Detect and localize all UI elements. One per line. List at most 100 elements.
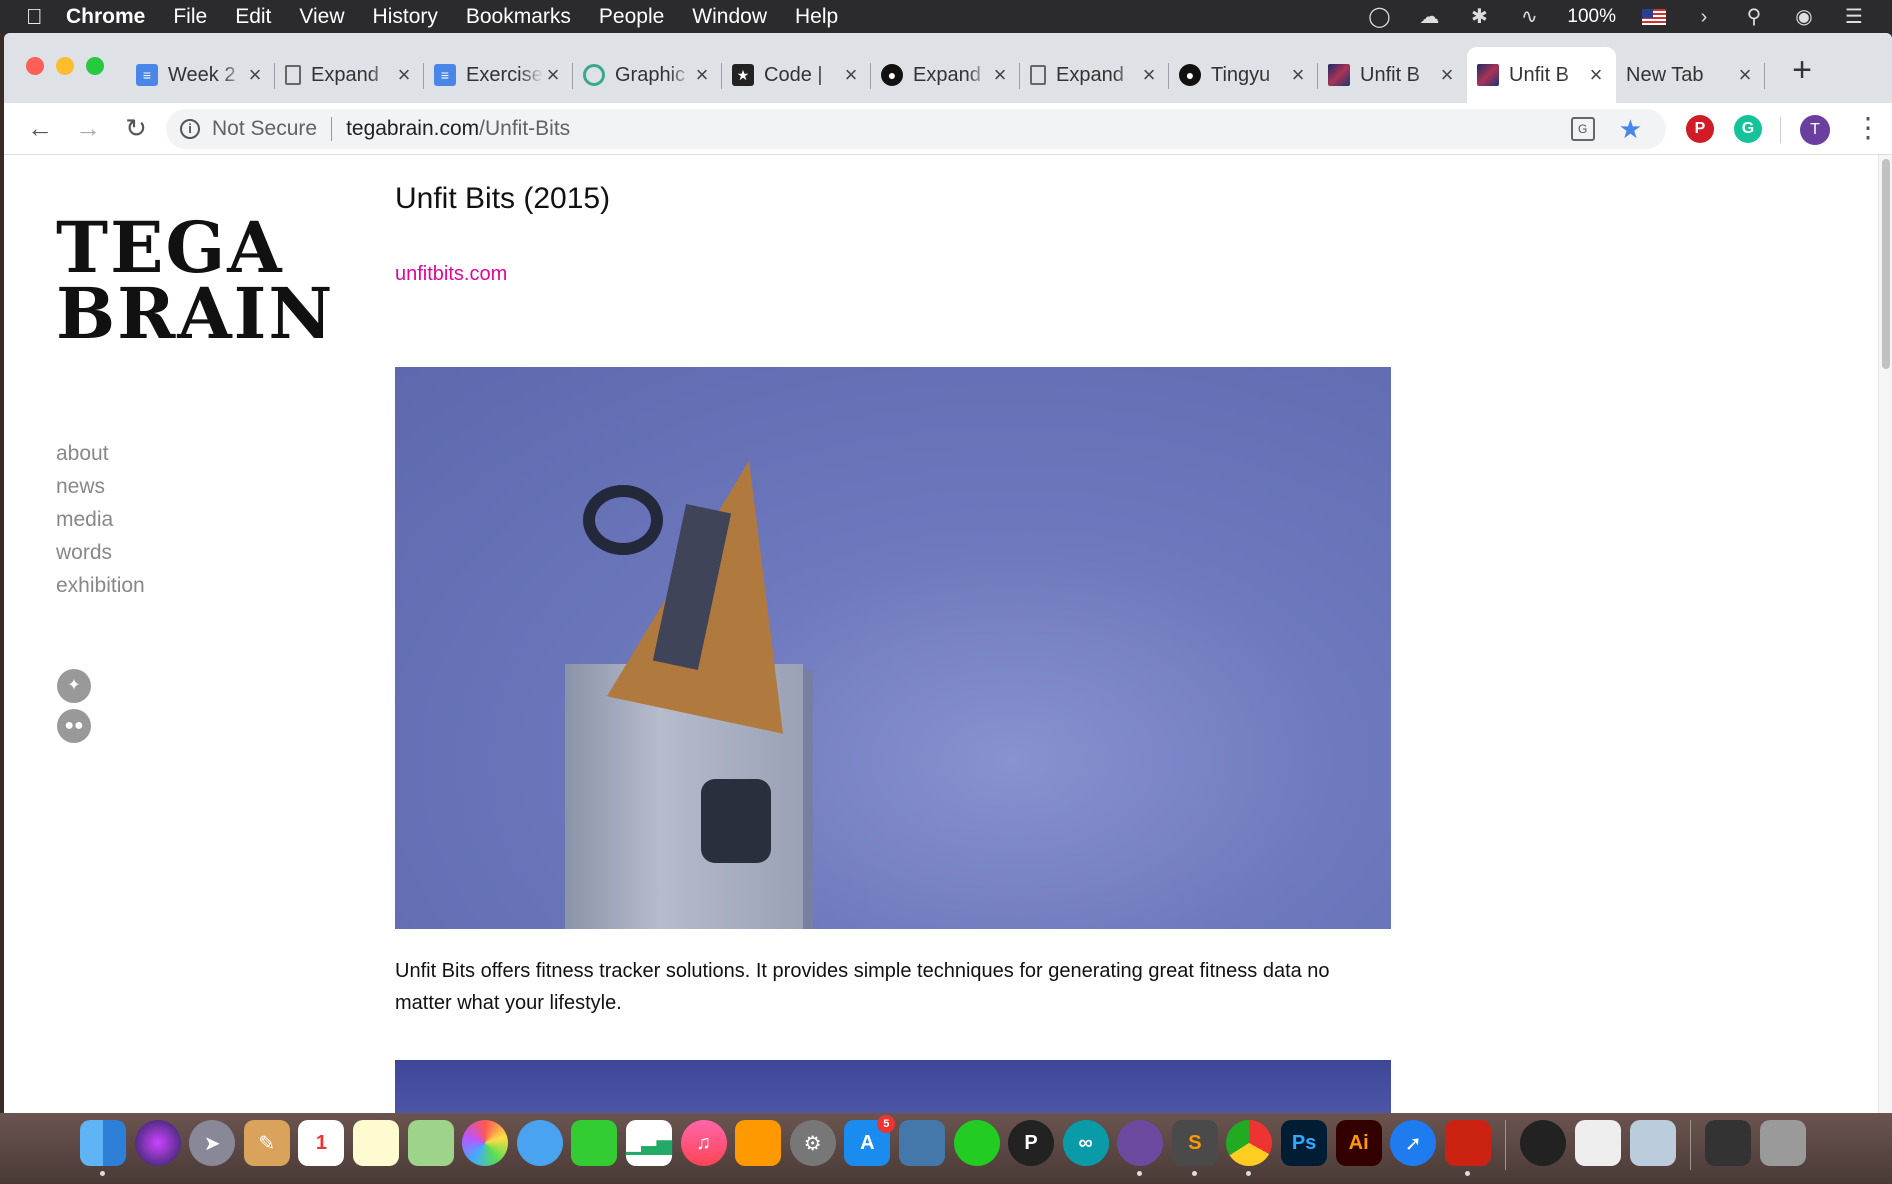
- new-tab-plus-icon[interactable]: +: [1782, 51, 1822, 90]
- chat-icon[interactable]: ◯: [1367, 5, 1391, 29]
- photos-icon[interactable]: [462, 1120, 509, 1166]
- security-label[interactable]: Not Secure: [212, 117, 317, 141]
- info-icon[interactable]: i: [180, 119, 200, 139]
- spotlight-search-icon[interactable]: ⚲: [1742, 5, 1766, 29]
- close-tab-icon[interactable]: ×: [990, 62, 1010, 88]
- menu-edit[interactable]: Edit: [235, 5, 271, 29]
- screen-recorder-icon[interactable]: [1520, 1120, 1567, 1166]
- tab-expand-1[interactable]: Expand ×: [275, 47, 424, 103]
- safari-icon[interactable]: ➚: [1390, 1120, 1437, 1166]
- project-website-link[interactable]: unfitbits.com: [395, 263, 507, 286]
- system-preferences-icon[interactable]: ⚙: [789, 1120, 836, 1166]
- menu-app-name[interactable]: Chrome: [66, 5, 145, 29]
- wechat-icon[interactable]: [953, 1120, 1000, 1166]
- close-tab-icon[interactable]: ×: [1586, 62, 1606, 88]
- chrome-menu-icon[interactable]: ⋮: [1854, 111, 1882, 145]
- battery-percent[interactable]: 100%: [1567, 6, 1616, 28]
- profile-avatar[interactable]: T: [1800, 115, 1830, 145]
- notification-center-icon[interactable]: ☰: [1842, 5, 1866, 29]
- menu-people[interactable]: People: [599, 5, 664, 29]
- time-machine-icon[interactable]: ›: [1692, 5, 1716, 29]
- nav-words-link[interactable]: words: [56, 536, 145, 569]
- terminal-icon[interactable]: [1705, 1120, 1752, 1166]
- illustrator-icon[interactable]: Ai: [1335, 1120, 1382, 1166]
- youdao-dictionary-icon[interactable]: [1444, 1120, 1491, 1176]
- siri-icon[interactable]: ◉: [1792, 5, 1816, 29]
- photoshop-icon[interactable]: Ps: [1281, 1120, 1328, 1166]
- menu-window[interactable]: Window: [692, 5, 767, 29]
- close-tab-icon[interactable]: ×: [1437, 62, 1457, 88]
- finder-icon[interactable]: [80, 1120, 126, 1176]
- page-scrollbar[interactable]: [1878, 155, 1892, 1113]
- keynote-icon[interactable]: [898, 1120, 945, 1166]
- notes-scribble-icon[interactable]: ✎: [243, 1120, 290, 1166]
- notes-icon[interactable]: [352, 1120, 399, 1166]
- messages-icon[interactable]: [516, 1120, 563, 1166]
- pinterest-extension-icon[interactable]: P: [1686, 115, 1714, 143]
- nav-exhibition-link[interactable]: exhibition: [56, 569, 145, 602]
- close-tab-icon[interactable]: ×: [841, 62, 861, 88]
- facetime-icon[interactable]: [571, 1120, 618, 1166]
- preview-icon[interactable]: [1629, 1120, 1676, 1166]
- calendar-icon[interactable]: 1: [298, 1120, 345, 1166]
- tab-graphic[interactable]: Graphic ×: [573, 47, 722, 103]
- chrome-icon[interactable]: [1226, 1120, 1273, 1176]
- scrollbar-thumb[interactable]: [1882, 159, 1890, 369]
- creative-cloud-icon[interactable]: ☁: [1417, 5, 1441, 29]
- close-tab-icon[interactable]: ×: [245, 62, 265, 88]
- project-photo-2[interactable]: [395, 1060, 1391, 1113]
- tab-unfit-bits-active[interactable]: Unfit B ×: [1467, 47, 1616, 103]
- address-bar[interactable]: i Not Secure tegabrain.com/Unfit-Bits G …: [166, 109, 1666, 149]
- close-tab-icon[interactable]: ×: [543, 62, 563, 88]
- menu-view[interactable]: View: [299, 5, 344, 29]
- menu-help[interactable]: Help: [795, 5, 838, 29]
- flickr-icon[interactable]: ●●: [57, 709, 91, 743]
- close-window-button[interactable]: [26, 57, 44, 75]
- menu-file[interactable]: File: [173, 5, 207, 29]
- menu-bookmarks[interactable]: Bookmarks: [466, 5, 571, 29]
- apple-icon[interactable]: : [26, 4, 66, 30]
- url-path[interactable]: /Unfit-Bits: [479, 117, 570, 141]
- close-tab-icon[interactable]: ×: [692, 62, 712, 88]
- close-tab-icon[interactable]: ×: [1735, 62, 1755, 88]
- minimize-window-button[interactable]: [56, 57, 74, 75]
- site-logo[interactable]: TEGA BRAIN: [56, 213, 334, 349]
- textedit-document-icon[interactable]: [1575, 1120, 1622, 1166]
- arduino-icon[interactable]: ∞: [1062, 1120, 1109, 1166]
- numbers-icon[interactable]: ▁▃▅: [626, 1120, 672, 1166]
- github-desktop-icon[interactable]: [1117, 1120, 1164, 1176]
- grammarly-extension-icon[interactable]: G: [1734, 115, 1762, 143]
- tab-new-tab[interactable]: New Tab ×: [1616, 47, 1765, 103]
- close-tab-icon[interactable]: ×: [1139, 62, 1159, 88]
- back-arrow-icon[interactable]: ←: [24, 113, 56, 144]
- close-tab-icon[interactable]: ×: [1288, 62, 1308, 88]
- tab-expand-3[interactable]: Expand ×: [1020, 47, 1169, 103]
- maps-icon[interactable]: [407, 1120, 454, 1166]
- translate-icon[interactable]: G: [1570, 117, 1595, 141]
- input-source-flag-icon[interactable]: [1642, 8, 1666, 25]
- close-tab-icon[interactable]: ×: [394, 62, 414, 88]
- trash-icon[interactable]: [1759, 1120, 1806, 1166]
- zoom-window-button[interactable]: [86, 57, 104, 75]
- menu-history[interactable]: History: [373, 5, 438, 29]
- project-photo[interactable]: [395, 367, 1391, 929]
- twitter-icon[interactable]: ✦: [57, 669, 91, 703]
- bluetooth-icon[interactable]: ✱: [1467, 5, 1491, 29]
- app-store-icon[interactable]: A5: [844, 1115, 896, 1166]
- ibooks-icon[interactable]: [735, 1120, 782, 1166]
- tab-tingyu[interactable]: ● Tingyu ×: [1169, 47, 1318, 103]
- reload-icon[interactable]: ↻: [120, 113, 152, 144]
- tab-week[interactable]: ≡ Week 2 ×: [126, 47, 275, 103]
- siri-icon[interactable]: [134, 1120, 181, 1166]
- nav-news-link[interactable]: news: [56, 470, 145, 503]
- tab-code[interactable]: ★ Code | ×: [722, 47, 871, 103]
- bookmark-star-icon[interactable]: ★: [1619, 114, 1642, 145]
- tab-exercise[interactable]: ≡ Exercise ×: [424, 47, 573, 103]
- tab-unfit-bits-1[interactable]: Unfit B ×: [1318, 47, 1467, 103]
- url-host[interactable]: tegabrain.com: [346, 117, 479, 141]
- forward-arrow-icon[interactable]: →: [72, 113, 104, 144]
- itunes-icon[interactable]: ♫: [680, 1120, 727, 1166]
- launchpad-icon[interactable]: ➤: [189, 1120, 236, 1166]
- nav-media-link[interactable]: media: [56, 503, 145, 536]
- sublime-text-icon[interactable]: S: [1171, 1120, 1218, 1176]
